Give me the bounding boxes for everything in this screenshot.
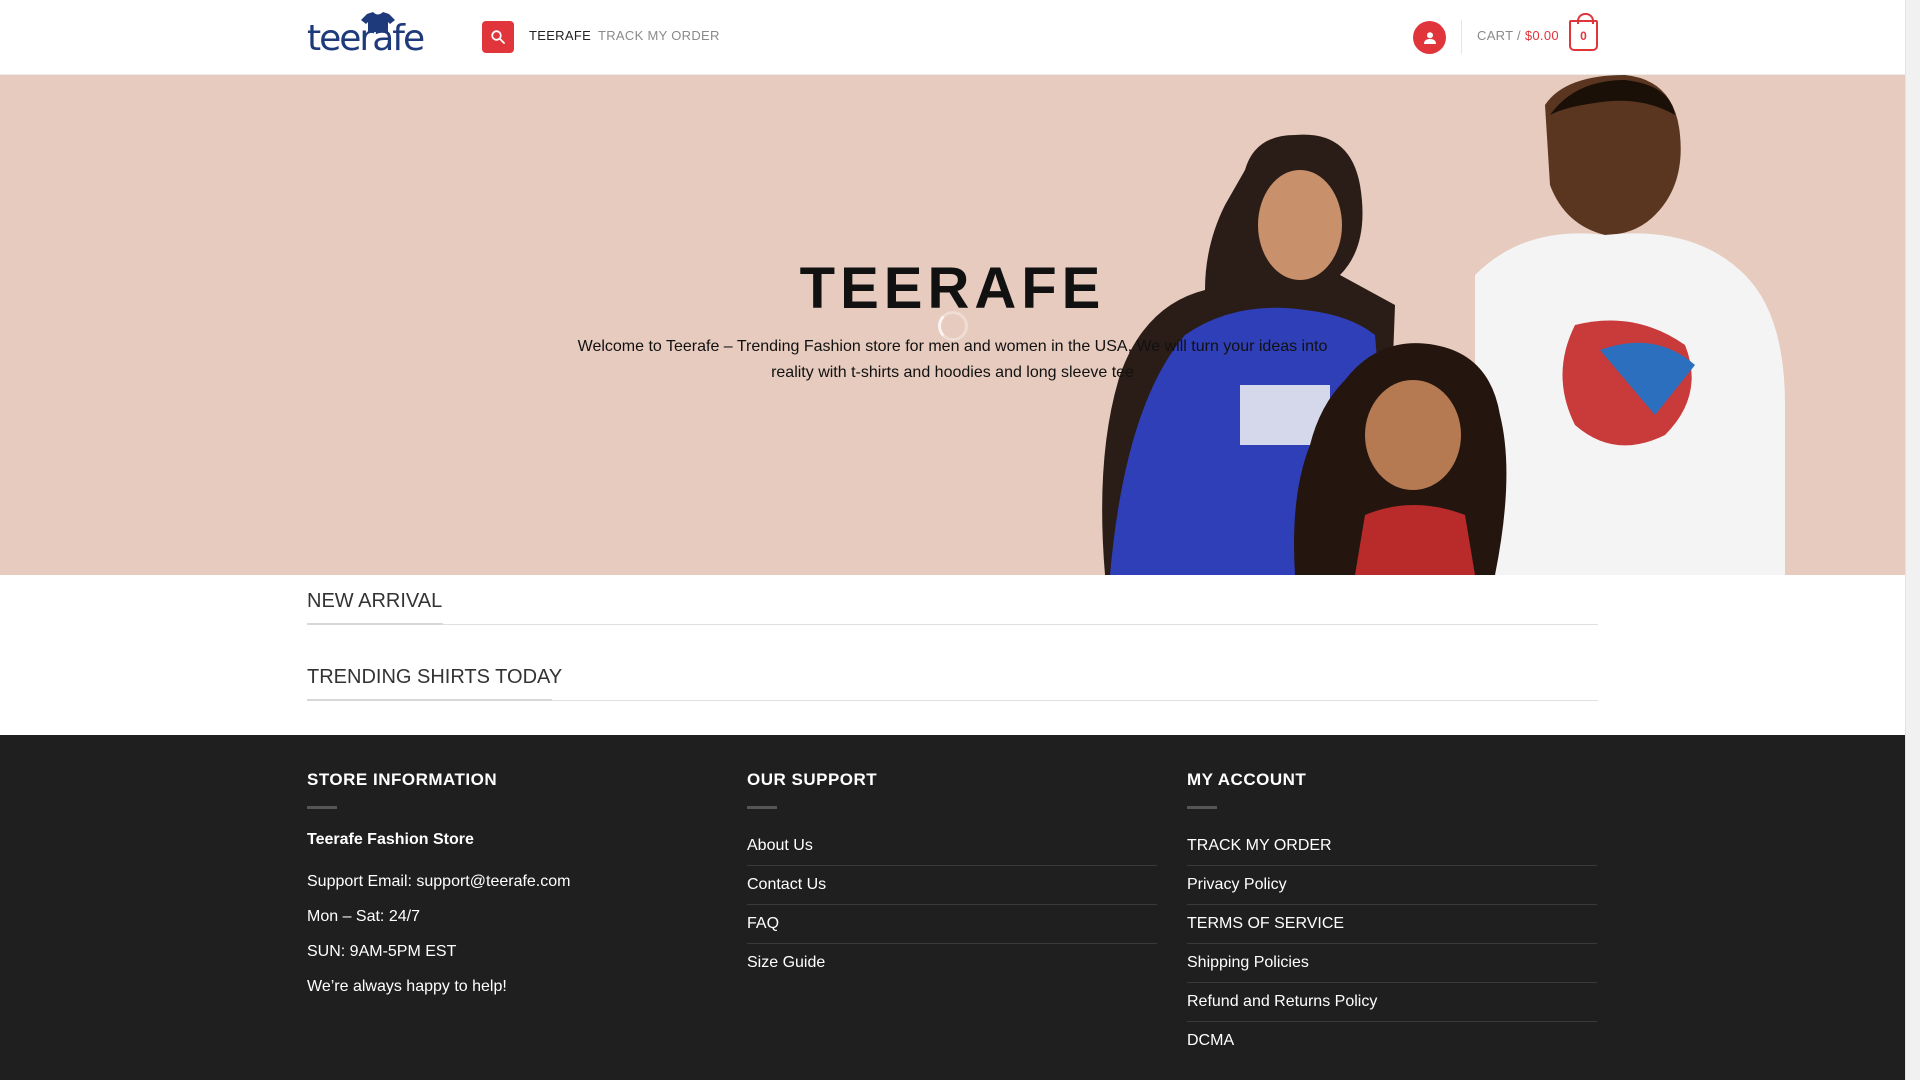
footer-link-size-guide[interactable]: Size Guide bbox=[747, 944, 1157, 983]
footer-link-shipping[interactable]: Shipping Policies bbox=[1187, 944, 1597, 983]
footer-support: OUR SUPPORT About Us Contact Us FAQ Size… bbox=[747, 770, 1157, 983]
footer-heading: OUR SUPPORT bbox=[747, 770, 878, 789]
footer-store-info: STORE INFORMATION Teerafe Fashion Store … bbox=[307, 770, 717, 997]
cart-amount: $0.00 bbox=[1524, 28, 1559, 43]
footer-heading-bar bbox=[747, 806, 777, 809]
footer-heading: MY ACCOUNT bbox=[1187, 770, 1307, 789]
section-title-trending: TRENDING SHIRTS TODAY bbox=[307, 666, 563, 688]
footer-heading-bar bbox=[307, 806, 337, 809]
logo-wordmark: teerafe bbox=[307, 18, 425, 59]
search-button[interactable] bbox=[482, 21, 514, 53]
footer-link-about-us[interactable]: About Us bbox=[747, 827, 1157, 866]
site-footer: STORE INFORMATION Teerafe Fashion Store … bbox=[0, 735, 1905, 1080]
store-tagline: We’re always happy to help! bbox=[307, 978, 507, 995]
store-hours-sunday: SUN: 9AM-5PM EST bbox=[307, 943, 457, 960]
footer-link-faq[interactable]: FAQ bbox=[747, 905, 1157, 944]
footer-link-contact-us[interactable]: Contact Us bbox=[747, 866, 1157, 905]
store-hours-weekday: Mon – Sat: 24/7 bbox=[307, 908, 420, 925]
footer-link-privacy[interactable]: Privacy Policy bbox=[1187, 866, 1597, 905]
section-underline bbox=[307, 699, 552, 701]
cart-label: CART / bbox=[1477, 28, 1521, 43]
section-underline bbox=[307, 623, 443, 625]
hero-models-image bbox=[1102, 75, 1785, 575]
footer-link-track-order[interactable]: TRACK MY ORDER bbox=[1187, 827, 1597, 866]
store-support-email: Support Email: support@teerafe.com bbox=[307, 873, 571, 890]
store-name: Teerafe Fashion Store bbox=[307, 831, 474, 848]
footer-heading: STORE INFORMATION bbox=[307, 770, 498, 789]
hero-banner: TEERAFE Welcome to Teerafe – Trending Fa… bbox=[0, 75, 1905, 575]
footer-link-refund[interactable]: Refund and Returns Policy bbox=[1187, 983, 1597, 1022]
cart-link[interactable]: CART / $0.00 bbox=[1477, 28, 1559, 43]
footer-link-dcma[interactable]: DCMA bbox=[1187, 1022, 1597, 1061]
nav-teerafe[interactable]: TEERAFE bbox=[529, 28, 591, 43]
support-link-list: About Us Contact Us FAQ Size Guide bbox=[747, 827, 1157, 983]
footer-link-terms[interactable]: TERMS OF SERVICE bbox=[1187, 905, 1597, 944]
footer-account: MY ACCOUNT TRACK MY ORDER Privacy Policy… bbox=[1187, 770, 1597, 1061]
hero-title: TEERAFE bbox=[799, 256, 1106, 321]
user-icon bbox=[1423, 31, 1436, 44]
section-divider bbox=[307, 624, 1598, 625]
header-divider bbox=[1461, 20, 1462, 54]
account-button[interactable] bbox=[1413, 21, 1446, 54]
page-scrollbar[interactable] bbox=[1905, 0, 1920, 1080]
site-logo[interactable]: teerafe bbox=[307, 12, 453, 60]
section-title-new-arrival: NEW ARRIVAL bbox=[307, 590, 443, 612]
cart-count-badge[interactable]: 0 bbox=[1569, 13, 1598, 51]
footer-heading-bar bbox=[1187, 806, 1217, 809]
site-header: teerafe TEERAFE TRACK MY ORDER CART / $0… bbox=[0, 0, 1905, 75]
hero-subtitle: Welcome to Teerafe – Trending Fashion st… bbox=[577, 338, 1328, 381]
search-icon bbox=[491, 30, 505, 44]
account-link-list: TRACK MY ORDER Privacy Policy TERMS OF S… bbox=[1187, 827, 1597, 1061]
nav-track-my-order[interactable]: TRACK MY ORDER bbox=[598, 28, 720, 43]
